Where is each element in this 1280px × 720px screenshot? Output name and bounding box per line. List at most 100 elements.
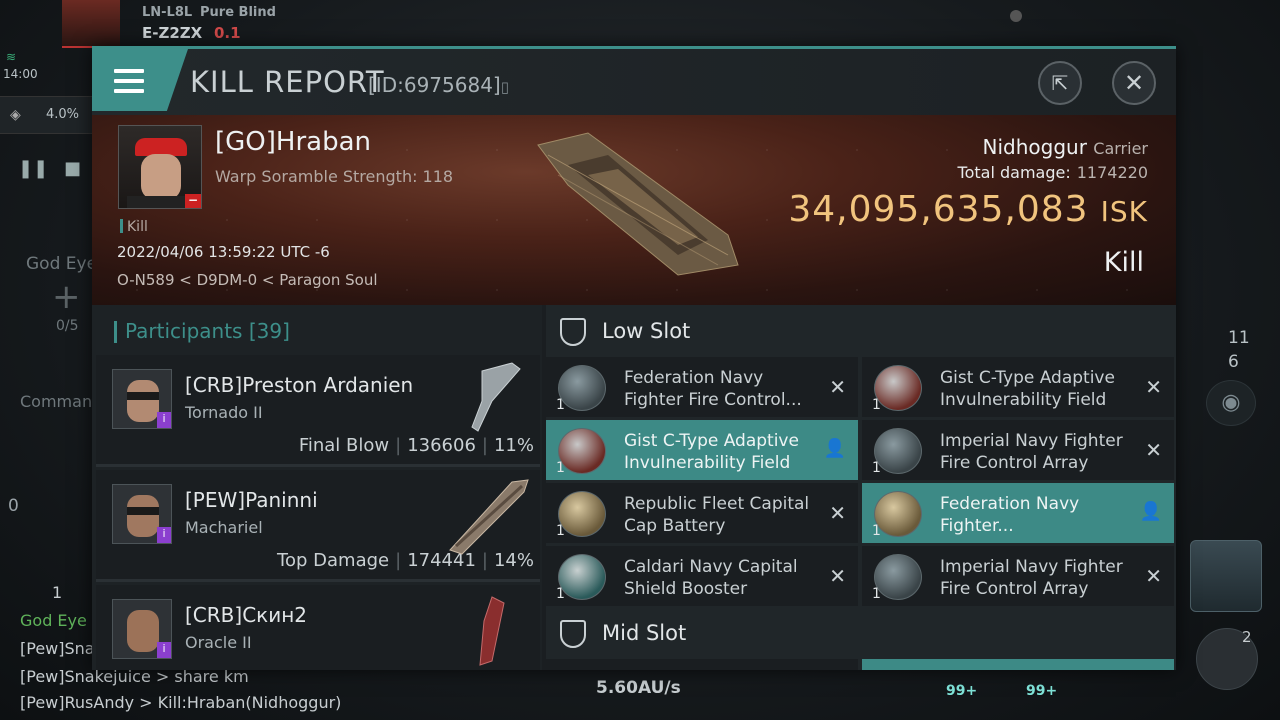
stat-label: Top Damage: [277, 550, 390, 571]
module-item[interactable]: 1 Federation Navy Fighter... 👤: [862, 483, 1174, 543]
mid-slot-icon: [560, 620, 586, 648]
pilot-avatar[interactable]: [62, 0, 120, 48]
participant-row[interactable]: i [CRB]Preston Ardanien Tornado II Final…: [96, 355, 540, 467]
chat-line: [Pew]RusAndy > Kill:Hraban(Nidhoggur): [20, 693, 342, 712]
stat-label: Final Blow: [298, 435, 390, 456]
cap-battery-icon: [558, 491, 606, 537]
fitting-panel[interactable]: Low Slot 1 Federation Navy Fighter Fire …: [546, 305, 1176, 670]
shield-booster-icon: [558, 554, 606, 600]
module-name: Republic Fleet Capital Cap Battery: [624, 494, 810, 536]
module-quantity: 1: [872, 460, 881, 476]
module-item[interactable]: 1 Gist C-Type Adaptive Invulnerability F…: [546, 420, 858, 480]
victim-name[interactable]: [GO]Hraban: [215, 127, 371, 157]
module-item[interactable]: 1 Caldari Navy Capital Shield Booster ✕: [546, 546, 858, 606]
module-item[interactable]: 1 Imperial Navy Fighter Fire Control Arr…: [862, 546, 1174, 606]
warp-strength: Warp Soramble Strength: 118: [215, 167, 454, 186]
participants-panel[interactable]: Participants [39] i [CRB]Preston Ardanie…: [92, 305, 542, 670]
module-item-partial[interactable]: [862, 659, 1174, 670]
destroyed-icon: ✕: [829, 564, 846, 588]
module-item[interactable]: 1 Republic Fleet Capital Cap Battery ✕: [546, 483, 858, 543]
destroyed-icon: ✕: [829, 501, 846, 525]
chat-count: 1: [52, 583, 63, 602]
hostile-badge: −: [185, 194, 201, 208]
kill-id[interactable]: [ID:6975684]▯: [368, 73, 509, 97]
current-system[interactable]: E-Z2ZX: [142, 24, 202, 42]
kill-location[interactable]: O-N589 < D9DM-0 < Paragon Soul: [117, 271, 378, 289]
add-fleet-icon[interactable]: +: [52, 277, 81, 317]
module-quantity: 1: [872, 523, 881, 539]
ship-name: Nidhoggur: [982, 135, 1087, 159]
low-slot-header: Low Slot: [546, 305, 1176, 357]
fighter-control-icon: [874, 554, 922, 600]
share-icon: ⇱: [1051, 71, 1069, 95]
destroyed-icon: ✕: [1145, 375, 1162, 399]
module-quantity: 1: [556, 460, 565, 476]
participant-avatar: i: [112, 484, 172, 544]
victim-ship-image: [537, 132, 739, 276]
destroyed-icon: ✕: [1145, 564, 1162, 588]
cargo-icon: ◈: [10, 107, 21, 123]
fleet-count: 0/5: [56, 318, 79, 334]
destroyed-icon: ✕: [829, 375, 846, 399]
target-count: 11: [1228, 328, 1250, 348]
participant-ship-image: [479, 596, 505, 666]
security-status: 0.1: [214, 24, 241, 42]
warp-speed: 5.60AU/s: [596, 678, 681, 698]
participants-count: [39]: [248, 319, 290, 343]
command-label: Comman: [20, 392, 93, 411]
god-eye-label: God Eye: [26, 254, 98, 274]
drone-count: 6: [1228, 352, 1239, 372]
shield-icon: [874, 365, 922, 411]
damage-label: Total damage:: [957, 163, 1071, 182]
participant-row[interactable]: i [CRB]Скин2 Oracle II: [96, 585, 540, 670]
hud-indicator-dot: [1010, 10, 1022, 22]
participant-row[interactable]: i [PEW]Paninni Machariel Top Damage | 1744…: [96, 470, 540, 582]
fighter-control-icon: [874, 428, 922, 474]
participant-name: [CRB]Скин2: [185, 603, 308, 627]
pause-icon[interactable]: ❚❚: [18, 158, 48, 179]
module-quantity: 1: [872, 586, 881, 602]
kill-id-text: [ID:6975684]: [368, 73, 501, 97]
module-item[interactable]: 1 Federation Navy Fighter Fire Control..…: [546, 357, 858, 417]
participant-ship-image: [471, 362, 521, 432]
result-label: Kill: [1103, 247, 1144, 278]
module-name: Caldari Navy Capital Shield Booster: [624, 557, 798, 599]
mid-slot-header: Mid Slot: [546, 607, 1176, 659]
module-name: Imperial Navy Fighter Fire Control Array: [940, 557, 1123, 599]
drone-badge: 99+: [1026, 683, 1058, 699]
counter-zero: 0: [8, 496, 19, 516]
victim-panel: − [GO]Hraban Warp Soramble Strength: 118…: [92, 115, 1176, 305]
share-button[interactable]: ⇱: [1038, 61, 1082, 105]
stop-icon[interactable]: ■: [64, 158, 81, 179]
module-item-partial[interactable]: [546, 659, 858, 670]
participant-name: [CRB]Preston Ardanien: [185, 373, 414, 397]
region-label: Pure Blind: [200, 5, 276, 20]
module-name: Imperial Navy Fighter Fire Control Array: [940, 431, 1123, 473]
low-slot-icon: [560, 318, 586, 346]
clock: 14:00: [3, 67, 38, 81]
chat-line: [Pew]Sna: [20, 639, 95, 658]
destroyed-icon: ✕: [1145, 438, 1162, 462]
menu-button[interactable]: [92, 49, 188, 111]
drone-badge: 99+: [946, 683, 978, 699]
victim-ship[interactable]: Nidhoggur Carrier: [983, 135, 1149, 159]
cargo-percent: 4.0%: [46, 107, 80, 122]
participant-ship: Oracle II: [185, 633, 252, 652]
module-item[interactable]: 1 Gist C-Type Adaptive Invulnerability F…: [862, 357, 1174, 417]
isk-unit: ISK: [1100, 195, 1148, 228]
close-button[interactable]: ✕: [1112, 61, 1156, 105]
module-quantity: 1: [556, 523, 565, 539]
ship-class: Carrier: [1093, 139, 1148, 158]
kill-datetime: 2022/04/06 13:59:22 UTC -6: [117, 243, 330, 261]
eye-icon[interactable]: ◉: [1206, 380, 1256, 426]
copy-icon[interactable]: ▯: [501, 78, 509, 96]
module-item[interactable]: 1 Imperial Navy Fighter Fire Control Arr…: [862, 420, 1174, 480]
damage-value: 1174220: [1076, 163, 1148, 182]
hud-location-bar: LN-L8L Pure Blind E-Z2ZX 0.1: [0, 0, 320, 50]
module-button[interactable]: [1190, 540, 1262, 612]
wifi-icon: ≋: [6, 50, 17, 64]
module-name: Federation Navy Fighter...: [940, 494, 1080, 536]
cargo-indicator[interactable]: ◈ 4.0%: [0, 96, 92, 134]
module-quantity: 1: [556, 586, 565, 602]
victim-portrait[interactable]: −: [118, 125, 202, 209]
